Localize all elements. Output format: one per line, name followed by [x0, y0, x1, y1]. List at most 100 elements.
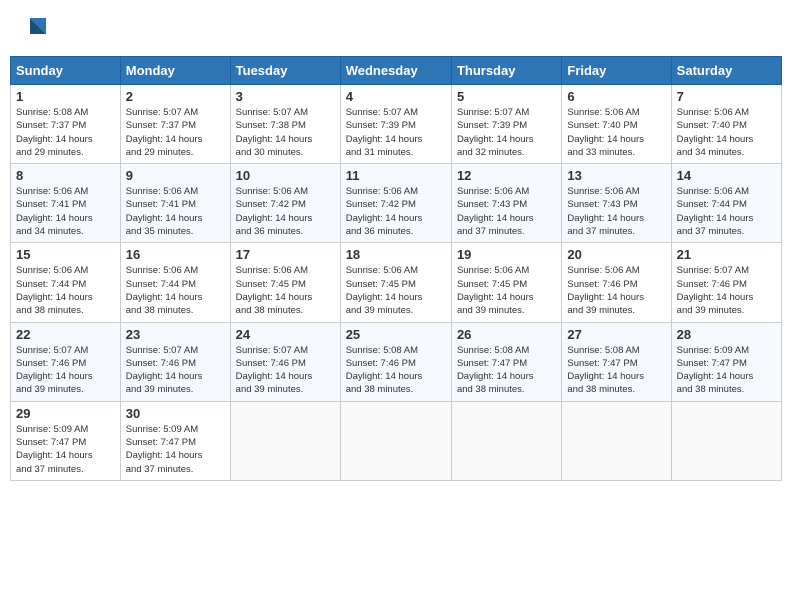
day-number: 18 [346, 247, 446, 262]
calendar-cell: 1 Sunrise: 5:08 AMSunset: 7:37 PMDayligh… [11, 85, 121, 164]
day-info: Sunrise: 5:07 AMSunset: 7:46 PMDaylight:… [677, 264, 776, 317]
calendar-cell: 18 Sunrise: 5:06 AMSunset: 7:45 PMDaylig… [340, 243, 451, 322]
day-info: Sunrise: 5:09 AMSunset: 7:47 PMDaylight:… [16, 423, 115, 476]
day-number: 26 [457, 327, 556, 342]
calendar-cell: 6 Sunrise: 5:06 AMSunset: 7:40 PMDayligh… [562, 85, 671, 164]
day-number: 17 [236, 247, 335, 262]
calendar-cell: 29 Sunrise: 5:09 AMSunset: 7:47 PMDaylig… [11, 401, 121, 480]
day-number: 11 [346, 168, 446, 183]
day-number: 22 [16, 327, 115, 342]
day-info: Sunrise: 5:06 AMSunset: 7:44 PMDaylight:… [677, 185, 776, 238]
calendar-cell [671, 401, 781, 480]
calendar-cell: 9 Sunrise: 5:06 AMSunset: 7:41 PMDayligh… [120, 164, 230, 243]
calendar-cell: 7 Sunrise: 5:06 AMSunset: 7:40 PMDayligh… [671, 85, 781, 164]
calendar-cell: 22 Sunrise: 5:07 AMSunset: 7:46 PMDaylig… [11, 322, 121, 401]
calendar-cell: 10 Sunrise: 5:06 AMSunset: 7:42 PMDaylig… [230, 164, 340, 243]
calendar-cell: 20 Sunrise: 5:06 AMSunset: 7:46 PMDaylig… [562, 243, 671, 322]
calendar-cell: 15 Sunrise: 5:06 AMSunset: 7:44 PMDaylig… [11, 243, 121, 322]
day-info: Sunrise: 5:06 AMSunset: 7:42 PMDaylight:… [236, 185, 335, 238]
day-number: 23 [126, 327, 225, 342]
calendar-cell: 8 Sunrise: 5:06 AMSunset: 7:41 PMDayligh… [11, 164, 121, 243]
day-info: Sunrise: 5:07 AMSunset: 7:46 PMDaylight:… [236, 344, 335, 397]
calendar-cell: 27 Sunrise: 5:08 AMSunset: 7:47 PMDaylig… [562, 322, 671, 401]
day-info: Sunrise: 5:08 AMSunset: 7:46 PMDaylight:… [346, 344, 446, 397]
calendar-cell: 17 Sunrise: 5:06 AMSunset: 7:45 PMDaylig… [230, 243, 340, 322]
calendar-cell: 23 Sunrise: 5:07 AMSunset: 7:46 PMDaylig… [120, 322, 230, 401]
calendar-cell: 28 Sunrise: 5:09 AMSunset: 7:47 PMDaylig… [671, 322, 781, 401]
day-info: Sunrise: 5:06 AMSunset: 7:45 PMDaylight:… [457, 264, 556, 317]
day-number: 4 [346, 89, 446, 104]
calendar-cell [562, 401, 671, 480]
day-number: 20 [567, 247, 665, 262]
day-info: Sunrise: 5:09 AMSunset: 7:47 PMDaylight:… [126, 423, 225, 476]
day-number: 27 [567, 327, 665, 342]
logo [10, 14, 50, 50]
day-info: Sunrise: 5:07 AMSunset: 7:46 PMDaylight:… [126, 344, 225, 397]
day-info: Sunrise: 5:07 AMSunset: 7:39 PMDaylight:… [457, 106, 556, 159]
calendar-cell: 5 Sunrise: 5:07 AMSunset: 7:39 PMDayligh… [451, 85, 561, 164]
calendar-cell: 19 Sunrise: 5:06 AMSunset: 7:45 PMDaylig… [451, 243, 561, 322]
day-number: 19 [457, 247, 556, 262]
header [10, 10, 782, 50]
day-number: 9 [126, 168, 225, 183]
calendar-cell: 4 Sunrise: 5:07 AMSunset: 7:39 PMDayligh… [340, 85, 451, 164]
logo-icon [10, 14, 46, 50]
day-number: 24 [236, 327, 335, 342]
calendar-header-monday: Monday [120, 57, 230, 85]
calendar-header-sunday: Sunday [11, 57, 121, 85]
calendar-cell: 24 Sunrise: 5:07 AMSunset: 7:46 PMDaylig… [230, 322, 340, 401]
calendar-header-wednesday: Wednesday [340, 57, 451, 85]
day-info: Sunrise: 5:07 AMSunset: 7:46 PMDaylight:… [16, 344, 115, 397]
day-number: 30 [126, 406, 225, 421]
day-number: 29 [16, 406, 115, 421]
day-number: 5 [457, 89, 556, 104]
day-info: Sunrise: 5:07 AMSunset: 7:37 PMDaylight:… [126, 106, 225, 159]
day-info: Sunrise: 5:06 AMSunset: 7:41 PMDaylight:… [16, 185, 115, 238]
calendar-week-row-5: 29 Sunrise: 5:09 AMSunset: 7:47 PMDaylig… [11, 401, 782, 480]
day-number: 25 [346, 327, 446, 342]
calendar-cell [340, 401, 451, 480]
day-number: 16 [126, 247, 225, 262]
calendar-cell: 3 Sunrise: 5:07 AMSunset: 7:38 PMDayligh… [230, 85, 340, 164]
day-number: 3 [236, 89, 335, 104]
day-info: Sunrise: 5:06 AMSunset: 7:44 PMDaylight:… [16, 264, 115, 317]
calendar-week-row-3: 15 Sunrise: 5:06 AMSunset: 7:44 PMDaylig… [11, 243, 782, 322]
calendar-header-tuesday: Tuesday [230, 57, 340, 85]
calendar-week-row-1: 1 Sunrise: 5:08 AMSunset: 7:37 PMDayligh… [11, 85, 782, 164]
calendar-week-row-2: 8 Sunrise: 5:06 AMSunset: 7:41 PMDayligh… [11, 164, 782, 243]
day-info: Sunrise: 5:06 AMSunset: 7:45 PMDaylight:… [346, 264, 446, 317]
day-number: 10 [236, 168, 335, 183]
calendar-cell: 25 Sunrise: 5:08 AMSunset: 7:46 PMDaylig… [340, 322, 451, 401]
calendar-cell: 30 Sunrise: 5:09 AMSunset: 7:47 PMDaylig… [120, 401, 230, 480]
day-number: 6 [567, 89, 665, 104]
calendar-cell: 2 Sunrise: 5:07 AMSunset: 7:37 PMDayligh… [120, 85, 230, 164]
day-number: 28 [677, 327, 776, 342]
day-info: Sunrise: 5:07 AMSunset: 7:38 PMDaylight:… [236, 106, 335, 159]
day-info: Sunrise: 5:06 AMSunset: 7:44 PMDaylight:… [126, 264, 225, 317]
calendar-header-saturday: Saturday [671, 57, 781, 85]
calendar-cell: 16 Sunrise: 5:06 AMSunset: 7:44 PMDaylig… [120, 243, 230, 322]
calendar-cell: 13 Sunrise: 5:06 AMSunset: 7:43 PMDaylig… [562, 164, 671, 243]
day-number: 13 [567, 168, 665, 183]
calendar-cell: 12 Sunrise: 5:06 AMSunset: 7:43 PMDaylig… [451, 164, 561, 243]
calendar-cell: 11 Sunrise: 5:06 AMSunset: 7:42 PMDaylig… [340, 164, 451, 243]
day-info: Sunrise: 5:06 AMSunset: 7:40 PMDaylight:… [567, 106, 665, 159]
day-info: Sunrise: 5:09 AMSunset: 7:47 PMDaylight:… [677, 344, 776, 397]
day-info: Sunrise: 5:08 AMSunset: 7:47 PMDaylight:… [567, 344, 665, 397]
day-number: 7 [677, 89, 776, 104]
calendar-header-thursday: Thursday [451, 57, 561, 85]
calendar-cell: 14 Sunrise: 5:06 AMSunset: 7:44 PMDaylig… [671, 164, 781, 243]
calendar-header-friday: Friday [562, 57, 671, 85]
day-number: 12 [457, 168, 556, 183]
calendar: SundayMondayTuesdayWednesdayThursdayFrid… [10, 56, 782, 481]
calendar-cell [230, 401, 340, 480]
day-info: Sunrise: 5:06 AMSunset: 7:46 PMDaylight:… [567, 264, 665, 317]
day-info: Sunrise: 5:06 AMSunset: 7:42 PMDaylight:… [346, 185, 446, 238]
day-number: 8 [16, 168, 115, 183]
day-info: Sunrise: 5:06 AMSunset: 7:43 PMDaylight:… [457, 185, 556, 238]
calendar-cell [451, 401, 561, 480]
day-number: 21 [677, 247, 776, 262]
calendar-cell: 26 Sunrise: 5:08 AMSunset: 7:47 PMDaylig… [451, 322, 561, 401]
day-info: Sunrise: 5:08 AMSunset: 7:47 PMDaylight:… [457, 344, 556, 397]
day-number: 1 [16, 89, 115, 104]
